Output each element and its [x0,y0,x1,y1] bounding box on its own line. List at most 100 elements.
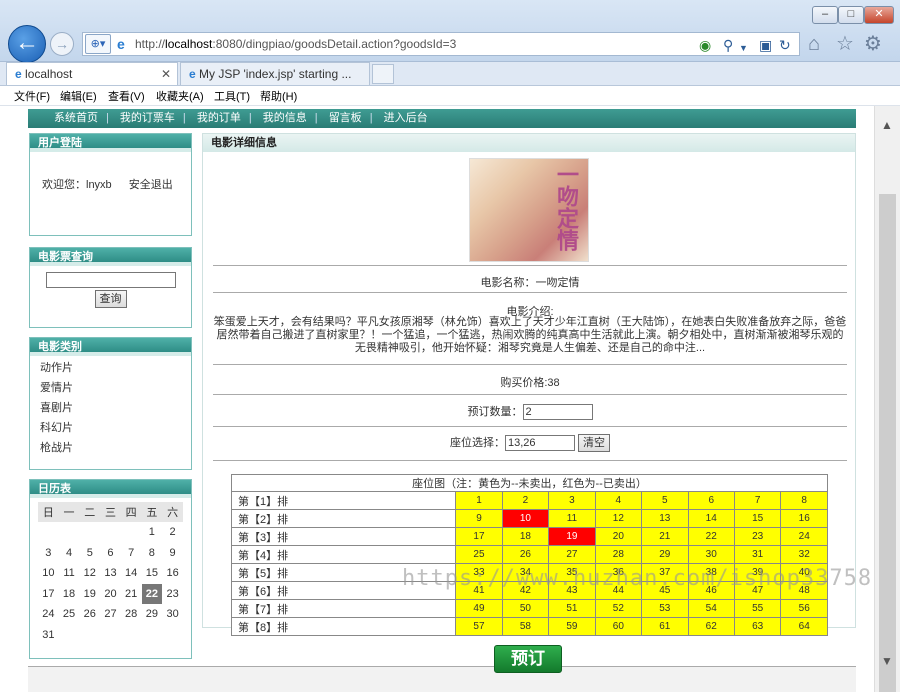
category-comedy[interactable]: 喜剧片 [30,398,191,418]
calendar-day[interactable]: 27 [100,604,121,625]
seat-available[interactable]: 26 [501,545,550,564]
seat-available[interactable]: 3 [548,491,596,510]
category-action[interactable]: 动作片 [30,358,191,378]
calendar-day[interactable]: 29 [142,604,163,625]
seat-available[interactable]: 32 [780,545,828,564]
vertical-scrollbar[interactable]: ▲ ▼ [874,106,900,692]
tab-index-jsp[interactable]: e My JSP 'index.jsp' starting ... [180,62,370,85]
seat-available[interactable]: 5 [641,491,689,510]
seat-available[interactable]: 13 [641,509,689,528]
calendar-day[interactable]: 8 [142,543,163,564]
calendar-day[interactable]: 28 [121,604,142,625]
seat-available[interactable]: 22 [687,527,735,546]
menu-favorites[interactable]: 收藏夹(A) [156,88,204,104]
nav-admin[interactable]: 进入后台 [384,112,428,124]
nav-ticket-cart[interactable]: 我的订票车 [120,112,175,124]
back-button[interactable]: ← [8,25,46,63]
calendar-day[interactable]: 26 [79,604,100,625]
close-window-button[interactable]: ✕ [864,6,894,24]
seat-available[interactable]: 52 [594,599,643,618]
seat-available[interactable]: 64 [780,617,828,636]
seat-available[interactable]: 62 [687,617,735,636]
url-text[interactable]: http://localhost:8080/dingpiao/goodsDeta… [135,37,456,51]
seat-available[interactable]: 31 [733,545,782,564]
nav-my-info[interactable]: 我的信息 [263,112,307,124]
seat-available[interactable]: 63 [733,617,782,636]
compat-view-icon[interactable]: ⊕▾ [85,34,111,54]
seat-available[interactable]: 56 [780,599,828,618]
calendar-day[interactable]: 9 [162,543,183,564]
seat-available[interactable]: 60 [594,617,643,636]
category-romance[interactable]: 爱情片 [30,378,191,398]
seat-available[interactable]: 12 [594,509,643,528]
nav-message-board[interactable]: 留言板 [329,112,362,124]
seat-available[interactable]: 27 [548,545,596,564]
scroll-thumb[interactable] [879,194,896,692]
seat-available[interactable]: 6 [687,491,735,510]
new-tab-button[interactable] [372,64,394,84]
calendar-day[interactable]: 20 [100,584,121,605]
calendar-day[interactable]: 31 [38,625,59,646]
calendar-day[interactable]: 30 [162,604,183,625]
seat-available[interactable]: 57 [455,617,503,636]
category-scifi[interactable]: 科幻片 [30,418,191,438]
calendar-day[interactable]: 25 [59,604,80,625]
tab-localhost[interactable]: e localhost ✕ [6,62,178,85]
seat-available[interactable]: 49 [455,599,503,618]
menu-file[interactable]: 文件(F) [14,88,50,104]
seat-available[interactable]: 28 [594,545,643,564]
refresh-icon[interactable]: ↻ [779,36,791,54]
seat-available[interactable]: 15 [733,509,782,528]
calendar-day[interactable]: 3 [38,543,59,564]
seat-available[interactable]: 11 [548,509,596,528]
search-input[interactable] [45,272,176,288]
calendar-day[interactable]: 18 [59,584,80,605]
menu-view[interactable]: 查看(V) [108,88,145,104]
seat-available[interactable]: 4 [594,491,643,510]
seat-available[interactable]: 7 [733,491,782,510]
seat-available[interactable]: 18 [501,527,550,546]
close-tab-icon[interactable]: ✕ [161,67,171,81]
quantity-input[interactable]: 2 [522,404,593,421]
calendar-day[interactable]: 1 [142,522,163,543]
seat-available[interactable]: 21 [641,527,689,546]
seat-available[interactable]: 14 [687,509,735,528]
seat-available[interactable]: 54 [687,599,735,618]
seat-available[interactable]: 51 [548,599,596,618]
add-search-icon[interactable]: ◉ [699,36,711,54]
menu-help[interactable]: 帮助(H) [260,88,297,104]
menu-edit[interactable]: 编辑(E) [60,88,97,104]
calendar-day[interactable]: 2 [162,522,183,543]
order-button[interactable]: 预订 [494,645,562,673]
scroll-up-icon[interactable]: ▲ [881,118,893,132]
seat-available[interactable]: 1 [455,491,503,510]
settings-gear-icon[interactable]: ⚙ [864,32,882,56]
calendar-day[interactable]: 10 [38,563,59,584]
seat-available[interactable]: 9 [455,509,503,528]
search-button[interactable]: 查询 [94,290,127,308]
nav-home[interactable]: 系统首页 [54,112,98,124]
seat-available[interactable]: 53 [641,599,689,618]
favorites-icon[interactable]: ☆ [836,32,854,56]
category-gunfight[interactable]: 枪战片 [30,438,191,458]
calendar-day[interactable]: 19 [79,584,100,605]
seat-available[interactable]: 25 [455,545,503,564]
seat-available[interactable]: 30 [687,545,735,564]
seat-available[interactable]: 8 [780,491,828,510]
calendar-day[interactable]: 6 [100,543,121,564]
seat-available[interactable]: 16 [780,509,828,528]
compat-icon[interactable]: ▣ [759,36,772,54]
calendar-day[interactable]: 17 [38,584,59,605]
calendar-day[interactable]: 16 [162,563,183,584]
seat-available[interactable]: 55 [733,599,782,618]
calendar-day[interactable]: 12 [79,563,100,584]
maximize-button[interactable]: □ [838,6,864,24]
search-dropdown-icon[interactable]: ▼ [739,39,748,57]
seat-available[interactable]: 17 [455,527,503,546]
calendar-day[interactable]: 14 [121,563,142,584]
minimize-button[interactable]: – [812,6,838,24]
calendar-day[interactable]: 7 [121,543,142,564]
nav-my-orders[interactable]: 我的订单 [197,112,241,124]
seat-available[interactable]: 50 [501,599,550,618]
seat-available[interactable]: 2 [501,491,550,510]
